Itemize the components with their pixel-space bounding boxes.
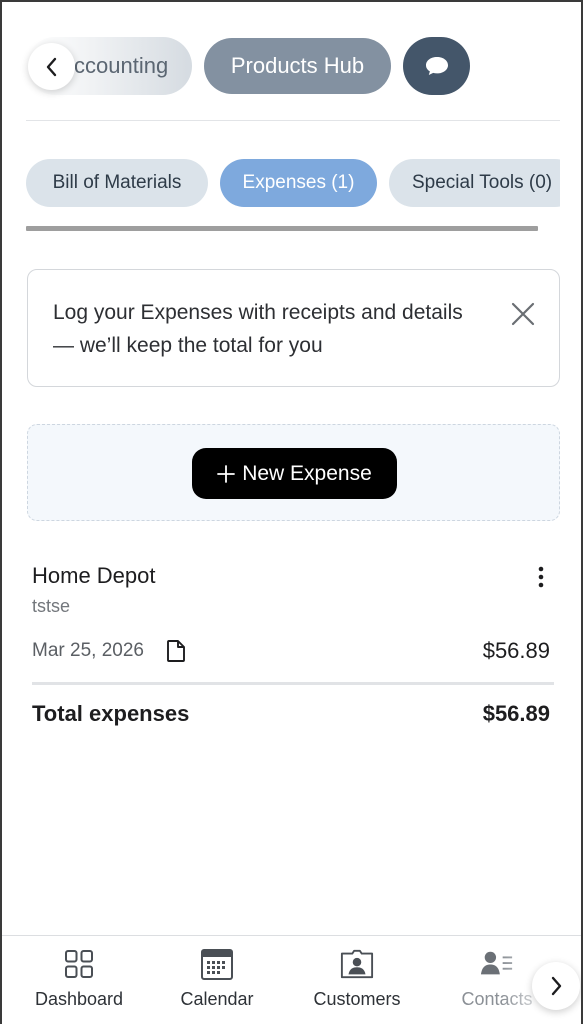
expense-date: Mar 25, 2026: [32, 640, 144, 661]
nav-item-dashboard[interactable]: Dashboard: [24, 936, 134, 1024]
expense-vendor: Home Depot: [32, 563, 156, 588]
module-chip-accounting-label: ccounting: [74, 53, 169, 78]
more-vertical-icon: [538, 566, 544, 588]
chevron-right-icon: [551, 976, 562, 996]
close-banner-button[interactable]: [509, 300, 537, 328]
plus-icon: [217, 464, 236, 483]
nav-label: Calendar: [180, 989, 254, 1009]
section-tabs: Bill of Materials Expenses (1) Special T…: [26, 159, 560, 208]
tab-bill-of-materials[interactable]: Bill of Materials: [26, 159, 208, 207]
nav-label: Dashboard: [34, 989, 124, 1009]
bottom-navigation: Dashboard Calendar Customers Contacts: [2, 935, 581, 1024]
customer-card-icon: [340, 947, 374, 981]
chat-bubble-icon: [425, 57, 448, 75]
chevron-left-icon: [46, 57, 56, 76]
nav-item-calendar[interactable]: Calendar: [167, 936, 267, 1024]
tab-label: Special Tools (0): [412, 172, 553, 193]
contacts-icon: [480, 947, 514, 981]
info-banner: Log your Expenses with receipts and deta…: [27, 269, 560, 387]
info-banner-text: Log your Expenses with receipts and deta…: [53, 301, 463, 357]
tab-label: Expenses (1): [242, 172, 355, 193]
tab-expenses[interactable]: Expenses (1): [220, 159, 377, 207]
receipt-document-button[interactable]: [165, 639, 187, 663]
module-chip-products-hub-label: Products Hub: [230, 53, 365, 78]
tab-label: Bill of Materials: [52, 172, 182, 193]
module-switcher: ccounting Products Hub: [26, 37, 566, 95]
tabs-scrollbar[interactable]: [26, 226, 538, 231]
nav-scroll-next-button[interactable]: [532, 962, 580, 1010]
module-chip-products-hub[interactable]: Products Hub: [204, 38, 391, 94]
close-icon: [511, 302, 535, 326]
new-expense-label: New Expense: [242, 461, 372, 485]
add-expense-area: New Expense: [27, 424, 560, 521]
calendar-icon: [200, 947, 234, 981]
back-button[interactable]: [28, 43, 75, 90]
new-expense-button[interactable]: New Expense: [192, 448, 397, 499]
expense-more-button[interactable]: [528, 564, 554, 590]
grid-icon: [62, 947, 96, 981]
header-divider: [26, 120, 560, 121]
expense-amount: $56.89: [482, 638, 550, 663]
expense-description: tstse: [32, 596, 71, 616]
chat-button[interactable]: [403, 37, 470, 95]
nav-item-customers[interactable]: Customers: [302, 936, 412, 1024]
total-expenses-amount: $56.89: [482, 701, 550, 726]
total-divider: [32, 682, 554, 685]
document-icon: [167, 640, 185, 662]
total-expenses-label: Total expenses: [32, 701, 190, 726]
tab-special-tools[interactable]: Special Tools (0): [389, 159, 560, 207]
nav-label: Customers: [313, 989, 401, 1009]
app-frame: ccounting Products Hub Bill of Materials…: [0, 0, 583, 1024]
nav-label: Contacts: [461, 989, 533, 1009]
